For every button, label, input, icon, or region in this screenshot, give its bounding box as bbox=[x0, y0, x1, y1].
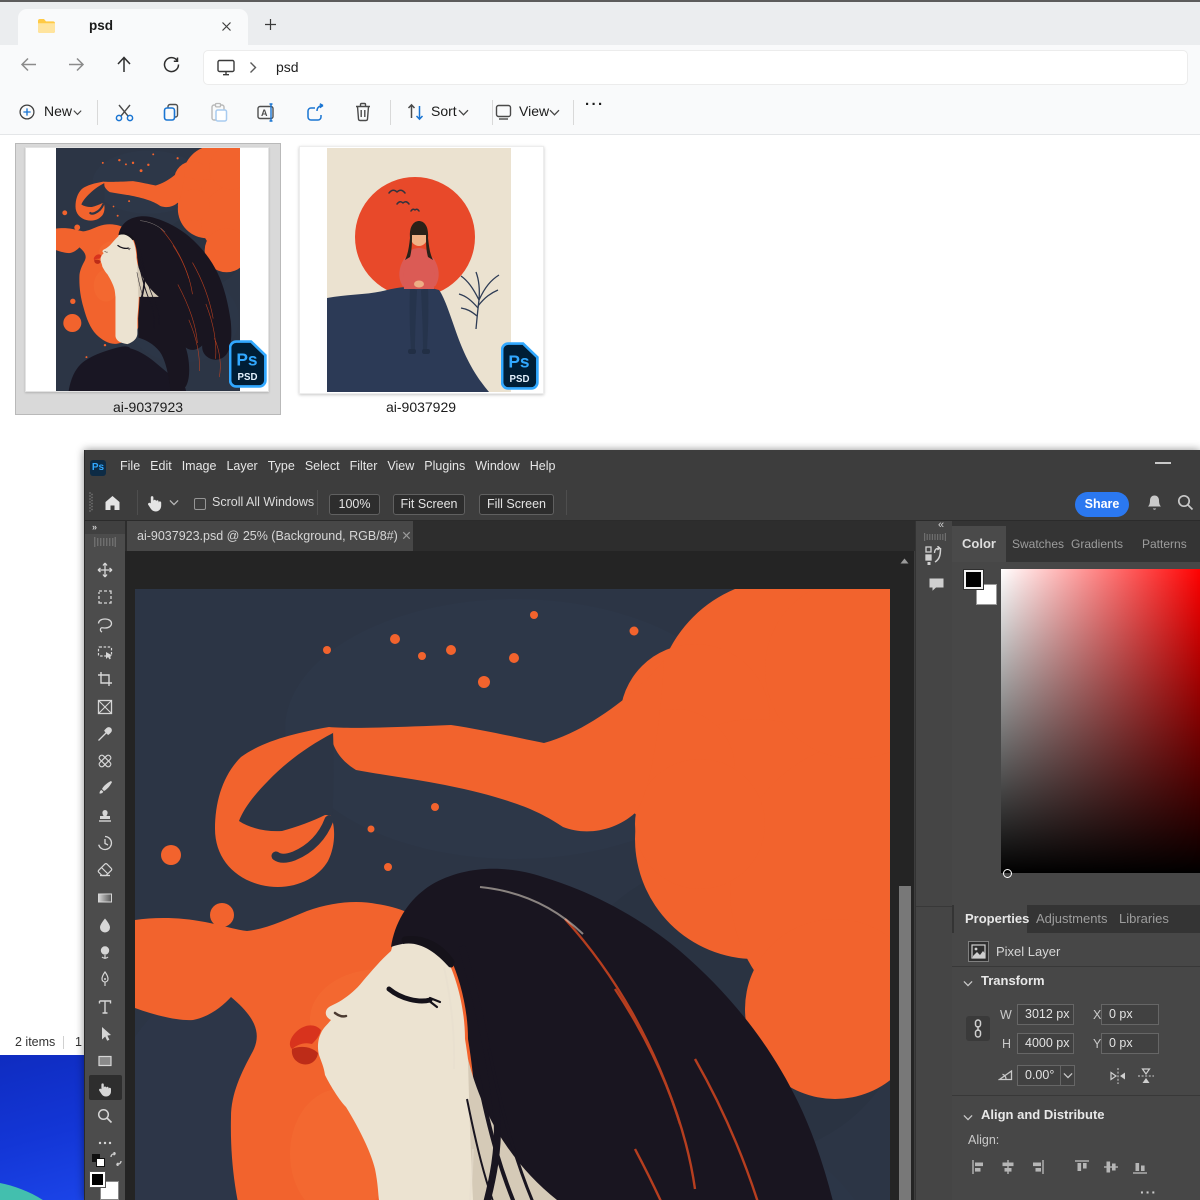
svg-text:A: A bbox=[261, 108, 268, 118]
